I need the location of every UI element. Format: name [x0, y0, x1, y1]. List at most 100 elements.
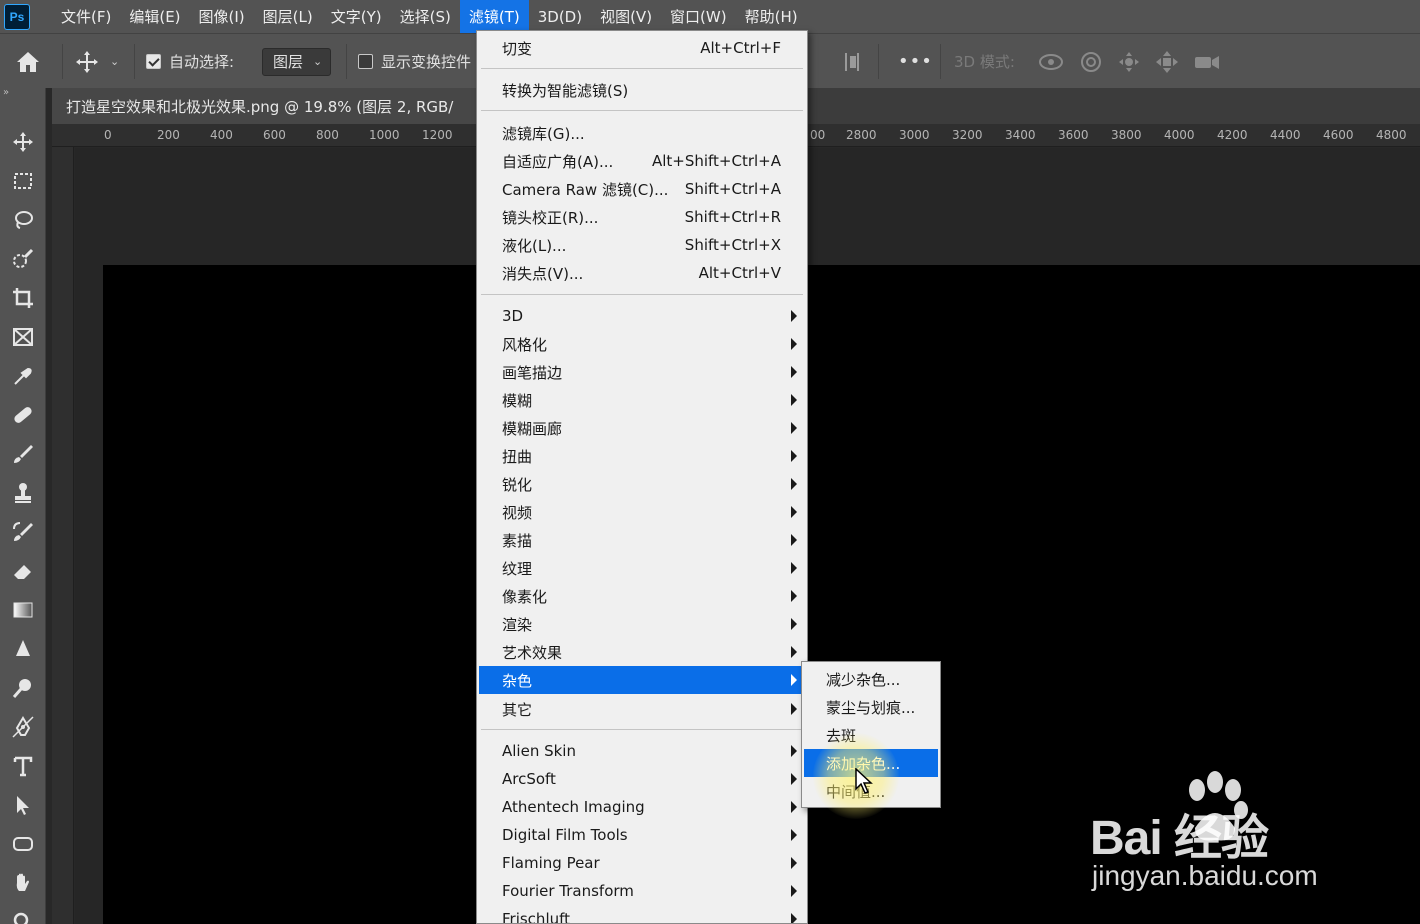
menu-item-label: Digital Film Tools: [502, 826, 628, 844]
submenu-item-reduce-noise[interactable]: 减少杂色...: [804, 665, 938, 693]
menu-item-convert-smart-filter[interactable]: 转换为智能滤镜(S): [479, 76, 805, 104]
eraser-tool-icon[interactable]: [0, 551, 46, 590]
menu-item-shortcut: Shift+Ctrl+X: [684, 236, 781, 254]
submenu-arrow-icon: [791, 703, 797, 715]
submenu-arrow-icon: [791, 310, 797, 322]
submenu-item-dust-and-scratches[interactable]: 蒙尘与划痕...: [804, 693, 938, 721]
menu-help[interactable]: 帮助(H): [736, 0, 807, 33]
menu-item-filter-gallery[interactable]: 滤镜库(G)...: [479, 119, 805, 147]
healing-brush-tool-icon[interactable]: [0, 395, 46, 434]
submenu-item-add-noise[interactable]: 添加杂色...: [804, 749, 938, 777]
auto-select-toggle[interactable]: 自动选择:: [146, 34, 234, 89]
submenu-arrow-icon: [791, 590, 797, 602]
eyedropper-tool-icon[interactable]: [0, 356, 46, 395]
menu-item-label: 模糊: [502, 391, 533, 410]
menu-item-flaming-pear[interactable]: Flaming Pear: [479, 849, 805, 877]
3d-slide-icon[interactable]: [1154, 49, 1180, 75]
3d-roll-icon[interactable]: [1078, 49, 1104, 75]
3d-pan-icon[interactable]: [1116, 49, 1142, 75]
menu-item-sketch[interactable]: 素描: [479, 526, 805, 554]
dodge-tool-icon[interactable]: [0, 668, 46, 707]
menu-item-label: 其它: [502, 700, 533, 719]
3d-orbit-icon[interactable]: [1036, 49, 1066, 75]
menu-edit[interactable]: 编辑(E): [120, 0, 189, 33]
menu-select[interactable]: 选择(S): [391, 0, 460, 33]
3d-mode-label: 3D 模式:: [954, 53, 1015, 71]
move-tool-preset-icon[interactable]: ⌄: [74, 34, 119, 89]
ruler-label: 200: [157, 128, 180, 142]
type-tool-icon[interactable]: [0, 746, 46, 785]
marquee-tool-icon[interactable]: [0, 161, 46, 200]
lasso-tool-icon[interactable]: [0, 200, 46, 239]
menu-item-distort[interactable]: 扭曲: [479, 442, 805, 470]
menu-item-athentech-imaging[interactable]: Athentech Imaging: [479, 793, 805, 821]
frame-tool-icon[interactable]: [0, 317, 46, 356]
3d-video-camera-icon[interactable]: [1192, 49, 1222, 75]
menu-item-sharpen[interactable]: 锐化: [479, 470, 805, 498]
submenu-arrow-icon: [791, 618, 797, 630]
hand-tool-icon[interactable]: [0, 863, 46, 902]
menu-item-label: Frischluft: [502, 910, 571, 924]
vertical-ruler[interactable]: [52, 147, 74, 924]
menu-item-artistic[interactable]: 艺术效果: [479, 638, 805, 666]
auto-select-target-dropdown[interactable]: 图层 ⌄: [262, 47, 332, 76]
menu-item-lens-correction[interactable]: 镜头校正(R)... Shift+Ctrl+R: [479, 203, 805, 231]
menu-item-label: 杂色: [502, 671, 533, 690]
menu-filter[interactable]: 滤镜(T): [459, 0, 529, 33]
home-icon[interactable]: [14, 34, 42, 89]
menu-item-fourier-transform[interactable]: Fourier Transform: [479, 877, 805, 905]
show-transform-toggle[interactable]: 显示变换控件: [358, 34, 471, 89]
rectangle-tool-icon[interactable]: [0, 824, 46, 863]
menu-item-adaptive-wide-angle[interactable]: 自适应广角(A)... Alt+Shift+Ctrl+A: [479, 147, 805, 175]
gradient-tool-icon[interactable]: [0, 590, 46, 629]
menu-item-vanishing-point[interactable]: 消失点(V)... Alt+Ctrl+V: [479, 259, 805, 287]
document-tab[interactable]: 打造星空效果和北极光效果.png @ 19.8% (图层 2, RGB/: [52, 88, 476, 124]
brush-tool-icon[interactable]: [0, 434, 46, 473]
menu-item-blur-gallery[interactable]: 模糊画廊: [479, 414, 805, 442]
menu-file[interactable]: 文件(F): [52, 0, 120, 33]
submenu-item-despeckle[interactable]: 去斑: [804, 721, 938, 749]
menu-type[interactable]: 文字(Y): [322, 0, 391, 33]
submenu-arrow-icon: [791, 562, 797, 574]
menu-item-alien-skin[interactable]: Alien Skin: [479, 737, 805, 765]
blur-tool-icon[interactable]: [0, 629, 46, 668]
menu-item-shortcut: Alt+Ctrl+F: [700, 39, 781, 57]
history-brush-tool-icon[interactable]: [0, 512, 46, 551]
quick-selection-tool-icon[interactable]: [0, 239, 46, 278]
menu-item-arcsoft[interactable]: ArcSoft: [479, 765, 805, 793]
menu-item-digital-film-tools[interactable]: Digital Film Tools: [479, 821, 805, 849]
noise-submenu: 减少杂色... 蒙尘与划痕... 去斑 添加杂色... 中间值...: [801, 661, 941, 808]
menu-item-video[interactable]: 视频: [479, 498, 805, 526]
menu-item-frischluft[interactable]: Frischluft: [479, 905, 805, 924]
submenu-item-median[interactable]: 中间值...: [804, 777, 938, 805]
menu-item-noise[interactable]: 杂色: [479, 666, 805, 694]
menu-item-other[interactable]: 其它: [479, 695, 805, 723]
crop-tool-icon[interactable]: [0, 278, 46, 317]
pen-tool-icon[interactable]: [0, 707, 46, 746]
distribute-icon[interactable]: [842, 34, 862, 89]
menu-item-texture[interactable]: 纹理: [479, 554, 805, 582]
menu-image[interactable]: 图像(I): [190, 0, 254, 33]
menu-item-stylize[interactable]: 风格化: [479, 330, 805, 358]
menu-window[interactable]: 窗口(W): [661, 0, 736, 33]
menu-3d[interactable]: 3D(D): [529, 0, 591, 33]
path-selection-tool-icon[interactable]: [0, 785, 46, 824]
clone-stamp-tool-icon[interactable]: [0, 473, 46, 512]
collapse-arrows-icon[interactable]: »: [0, 88, 45, 100]
menu-item-pixelate[interactable]: 像素化: [479, 582, 805, 610]
menu-layer[interactable]: 图层(L): [254, 0, 322, 33]
zoom-tool-icon[interactable]: [0, 902, 46, 924]
more-options-button[interactable]: •••: [898, 34, 933, 89]
auto-select-checkbox[interactable]: [146, 54, 161, 69]
menu-item-3d[interactable]: 3D: [479, 302, 805, 330]
menu-view[interactable]: 视图(V): [591, 0, 661, 33]
move-tool-icon[interactable]: [0, 122, 46, 161]
submenu-arrow-icon: [791, 913, 797, 923]
show-transform-checkbox[interactable]: [358, 54, 373, 69]
menu-item-last-filter[interactable]: 切变 Alt+Ctrl+F: [479, 34, 805, 62]
menu-item-render[interactable]: 渲染: [479, 610, 805, 638]
menu-item-camera-raw[interactable]: Camera Raw 滤镜(C)... Shift+Ctrl+A: [479, 175, 805, 203]
menu-item-liquify[interactable]: 液化(L)... Shift+Ctrl+X: [479, 231, 805, 259]
menu-item-brush-strokes[interactable]: 画笔描边: [479, 358, 805, 386]
menu-item-blur[interactable]: 模糊: [479, 386, 805, 414]
